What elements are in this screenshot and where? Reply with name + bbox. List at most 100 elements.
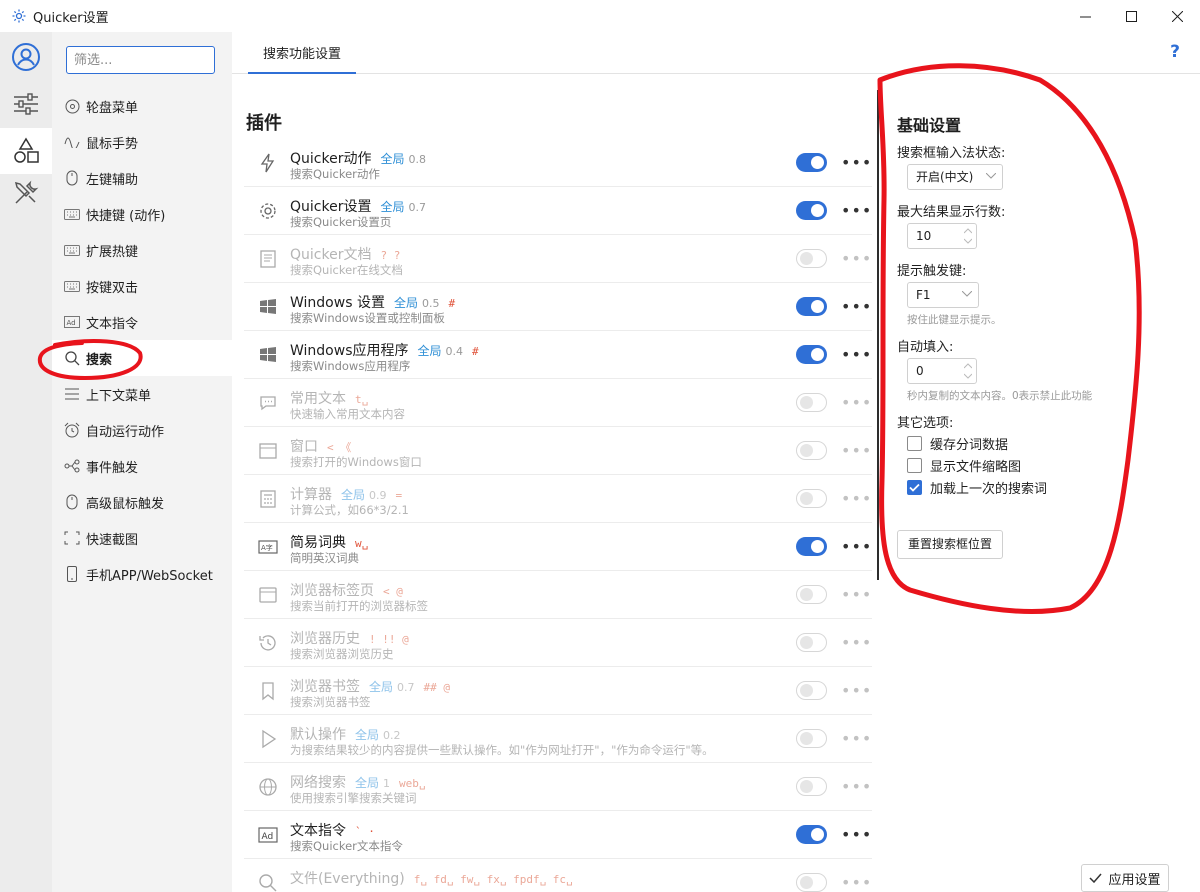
plugin-desc: 搜索Windows设置或控制面板 (290, 311, 445, 325)
plugin-row[interactable]: Ad 文本指令 ` · 搜索Quicker文本指令 ••• (244, 811, 872, 859)
more-options-icon[interactable]: ••• (841, 249, 872, 268)
rail-item-account[interactable] (0, 34, 52, 80)
screenshot-icon (64, 530, 80, 546)
plugin-row[interactable]: A字 简易词典 w␣ 简明英汉词典 ••• (244, 523, 872, 571)
plugin-name-line: 浏览器历史 ! !! @ (290, 628, 409, 648)
plugin-name: 窗口 (290, 439, 318, 455)
plugin-row[interactable]: Quicker文档 ? ? 搜索Quicker在线文档 ••• (244, 235, 872, 283)
plugin-toggle[interactable] (796, 345, 827, 364)
plugin-row[interactable]: 网络搜索 全局 1 web␣ 使用搜索引擎搜索关键词 ••• (244, 763, 872, 811)
nav-item-left-click[interactable]: 左键辅助 (52, 160, 232, 196)
tab-search-settings[interactable]: 搜索功能设置 (248, 42, 357, 74)
checkbox-cache-segmentation[interactable]: 缓存分词数据 (907, 434, 1008, 453)
checkbox-box[interactable] (907, 480, 922, 495)
autofill-stepper[interactable]: 0 (907, 358, 977, 384)
play-icon (258, 729, 278, 749)
reset-search-box-button[interactable]: 重置搜索框位置 (897, 530, 1004, 559)
plugin-row[interactable]: 窗口 < 《搜索打开的Windows窗口 ••• (244, 427, 872, 475)
rail-item-sliders[interactable] (0, 81, 52, 127)
checkbox-box[interactable] (907, 436, 922, 451)
plugin-toggle[interactable] (796, 441, 827, 460)
more-options-icon[interactable]: ••• (841, 489, 872, 508)
plugin-row[interactable]: Windows应用程序 全局 0.4 # 搜索Windows应用程序 ••• (244, 331, 872, 379)
browser-tab-icon (258, 585, 278, 605)
maximize-button[interactable] (1108, 0, 1154, 32)
nav-item-extended-hotkey[interactable]: 扩展热键 (52, 232, 232, 268)
plugin-row[interactable]: 计算器 全局 0.9 = 计算公式，如66*3/2.1 ••• (244, 475, 872, 523)
plugin-row[interactable]: 浏览器书签 全局 0.7 ## @ 搜索浏览器书签 ••• (244, 667, 872, 715)
more-options-icon[interactable]: ••• (841, 729, 872, 748)
plugin-row[interactable]: 默认操作 全局 0.2 为搜索结果较少的内容提供一些默认操作。如"作为网址打开"，"作… (244, 715, 872, 763)
plugin-toggle[interactable] (796, 633, 827, 652)
plugin-row[interactable]: Quicker设置 全局 0.7 搜索Quicker设置页 ••• (244, 187, 872, 235)
plugin-toggle[interactable] (796, 777, 827, 796)
rail-item-tools[interactable] (0, 170, 52, 216)
nav-item-event-trigger[interactable]: 事件触发 (52, 448, 232, 484)
more-options-icon[interactable]: ••• (841, 393, 872, 412)
more-options-icon[interactable]: ••• (841, 297, 872, 316)
plugin-name: Windows 设置 (290, 295, 385, 311)
plugin-toggle[interactable] (796, 489, 827, 508)
plugin-name: 浏览器历史 (290, 631, 360, 647)
plugin-row[interactable]: 常用文本 t␣ 快速输入常用文本内容 ••• (244, 379, 872, 427)
plugin-toggle[interactable] (796, 153, 827, 172)
help-button[interactable]: ? (1170, 42, 1180, 62)
svg-text:Ad: Ad (262, 832, 274, 842)
nav-item-advanced-mouse[interactable]: 高级鼠标触发 (52, 484, 232, 520)
plugin-row[interactable]: 文件(Everything) f␣ fd␣ fw␣ fx␣ fpdf␣ fc␣ ••… (244, 859, 872, 892)
plugin-toggle[interactable] (796, 825, 827, 844)
plugin-toggle[interactable] (796, 681, 827, 700)
more-options-icon[interactable]: ••• (841, 633, 872, 652)
more-options-icon[interactable]: ••• (841, 201, 872, 220)
nav-item-auto-run[interactable]: 自动运行动作 (52, 412, 232, 448)
nav-item-text-command[interactable]: Ad 文本指令 (52, 304, 232, 340)
plugin-toggle[interactable] (796, 249, 827, 268)
more-options-icon[interactable]: ••• (841, 825, 872, 844)
checkbox-file-thumbnail[interactable]: 显示文件缩略图 (907, 456, 1021, 475)
plugin-row[interactable]: 浏览器标签页 < @ 搜索当前打开的浏览器标签 ••• (244, 571, 872, 619)
plugin-row[interactable]: Windows 设置 全局 0.5 # 搜索Windows设置或控制面板 ••• (244, 283, 872, 331)
more-options-icon[interactable]: ••• (841, 585, 872, 604)
plugin-toggle[interactable] (796, 873, 827, 892)
plugin-row[interactable]: 浏览器历史 ! !! @ 搜索浏览器浏览历史 ••• (244, 619, 872, 667)
nav-item-hotkey-action[interactable]: 快捷键 (动作) (52, 196, 232, 232)
plugin-row[interactable]: Quicker动作 全局 0.8 搜索Quicker动作 ••• (244, 139, 872, 187)
checkbox-label: 缓存分词数据 (930, 438, 1009, 453)
more-options-icon[interactable]: ••• (841, 153, 872, 172)
apply-settings-button[interactable]: 应用设置 (1081, 864, 1169, 892)
plugin-toggle[interactable] (796, 297, 827, 316)
more-options-icon[interactable]: ••• (841, 681, 872, 700)
checkbox-load-last-query[interactable]: 加载上一次的搜索词 (907, 478, 1047, 497)
nav-item-wheel-menu[interactable]: 轮盘菜单 (52, 88, 232, 124)
filter-input[interactable] (66, 46, 215, 74)
nav-item-label: 按键双击 (86, 280, 139, 296)
plugin-toggle[interactable] (796, 537, 827, 556)
nav-item-double-press[interactable]: 按键双击 (52, 268, 232, 304)
spinner-arrows-icon[interactable] (964, 363, 972, 379)
more-options-icon[interactable]: ••• (841, 537, 872, 556)
more-options-icon[interactable]: ••• (841, 873, 872, 892)
plugin-toggle[interactable] (796, 729, 827, 748)
more-options-icon[interactable]: ••• (841, 345, 872, 364)
minimize-button[interactable] (1062, 0, 1108, 32)
nav-item-mobile-app[interactable]: 手机APP/WebSocket (52, 556, 232, 592)
plugin-desc: 使用搜索引擎搜索关键词 (290, 791, 417, 805)
nav-item-label: 轮盘菜单 (86, 100, 139, 116)
nav-item-search[interactable]: 搜索 (52, 340, 232, 376)
more-options-icon[interactable]: ••• (841, 777, 872, 796)
ime-select[interactable]: 开启(中文) (907, 164, 1003, 190)
spinner-arrows-icon[interactable] (964, 228, 972, 244)
plugin-toggle[interactable] (796, 201, 827, 220)
more-options-icon[interactable]: ••• (841, 441, 872, 460)
rail-item-shapes[interactable] (0, 128, 52, 174)
hint-key-select[interactable]: F1 (907, 282, 979, 308)
nav-item-mouse-gesture[interactable]: 鼠标手势 (52, 124, 232, 160)
nav-item-screenshot[interactable]: 快速截图 (52, 520, 232, 556)
max-rows-stepper[interactable]: 10 (907, 223, 977, 249)
toggle-knob (800, 780, 813, 793)
checkbox-box[interactable] (907, 458, 922, 473)
plugin-toggle[interactable] (796, 585, 827, 604)
plugin-toggle[interactable] (796, 393, 827, 412)
nav-item-context-menu[interactable]: 上下文菜单 (52, 376, 232, 412)
close-button[interactable] (1154, 0, 1200, 32)
